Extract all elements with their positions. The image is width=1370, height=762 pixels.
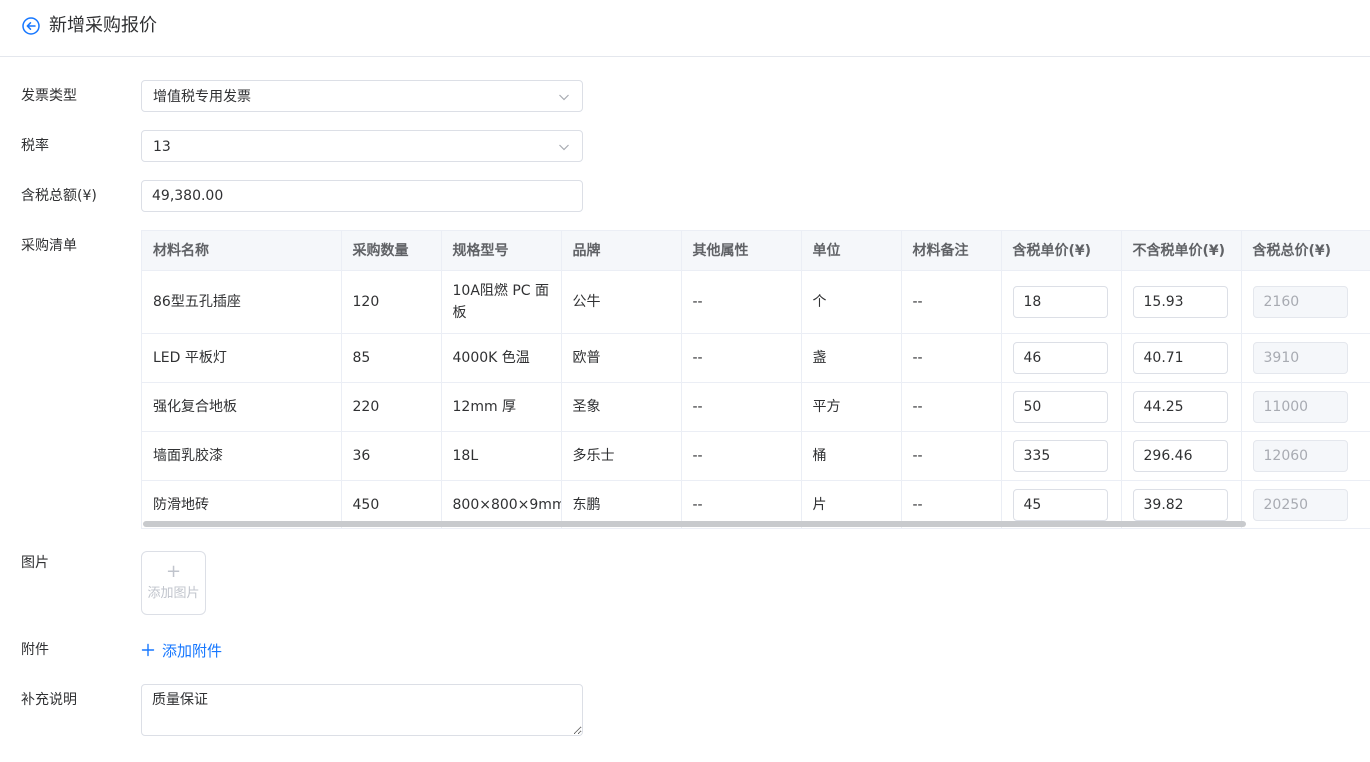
cell-other-attributes: -- [681,333,802,383]
cell-other-attributes: -- [681,382,802,432]
column-header-unit-price-with-tax: 含税单价(¥) [1001,231,1122,271]
invoice-type-value: 增值税专用发票 [153,89,251,105]
unit-price-with-tax-input[interactable] [1012,439,1108,472]
column-header-spec: 规格型号 [441,231,562,271]
unit-price-without-tax-input[interactable] [1132,285,1228,318]
cell-brand: 欧普 [561,333,682,383]
column-header-quantity: 采购数量 [341,231,442,271]
cell-total-with-tax [1241,431,1370,481]
cell-total-with-tax [1241,270,1370,334]
chevron-down-icon [559,94,569,101]
cell-quantity: 120 [341,270,442,334]
column-header-other-attributes: 其他属性 [681,231,802,271]
add-image-label: 添加图片 [147,586,200,601]
add-attachment-label: 添加附件 [162,642,223,660]
unit-price-without-tax-input[interactable] [1132,439,1228,472]
total-with-tax-cell-input [1252,488,1348,521]
total-with-tax-cell-input [1252,390,1348,423]
cell-spec: 12mm 厚 [441,382,562,432]
unit-price-with-tax-input[interactable] [1012,488,1108,521]
back-circle-icon[interactable] [22,17,40,35]
remarks-textarea[interactable]: 质量保证 [141,684,583,736]
cell-unit-price-without-tax [1121,270,1242,334]
cell-total-with-tax [1241,480,1370,528]
invoice-type-label: 发票类型 [21,88,77,104]
page-header: 新增采购报价 [0,0,1370,57]
tax-rate-select[interactable]: 13 [141,130,583,162]
cell-unit-price-with-tax [1001,333,1122,383]
column-header-material-note: 材料备注 [901,231,1002,271]
tax-rate-value: 13 [153,139,171,155]
tax-rate-label: 税率 [21,138,49,154]
purchase-table: 材料名称 采购数量 规格型号 品牌 其他属性 单位 材料备注 含税单价(¥) 不… [141,230,1370,529]
table-row: 强化复合地板 220 12mm 厚 圣象 -- 平方 -- [142,382,1370,432]
table-row: 86型五孔插座 120 10A阻燃 PC 面板 公牛 -- 个 -- [142,270,1370,334]
column-header-unit-price-without-tax: 不含税单价(¥) [1121,231,1242,271]
chevron-down-icon [559,144,569,151]
unit-price-without-tax-input[interactable] [1132,488,1228,521]
total-with-tax-cell-input [1252,285,1348,318]
cell-unit: 盏 [801,333,902,383]
unit-price-without-tax-input[interactable] [1132,341,1228,374]
purchase-list-label: 采购清单 [21,238,77,254]
column-header-material-name: 材料名称 [142,231,342,271]
cell-unit-price-without-tax [1121,382,1242,432]
cell-unit-price-with-tax [1001,431,1122,481]
plus-icon: + [165,561,182,582]
invoice-type-select[interactable]: 增值税专用发票 [141,80,583,112]
cell-material-note: -- [901,333,1002,383]
cell-quantity: 85 [341,333,442,383]
add-image-button[interactable]: + 添加图片 [141,551,206,615]
cell-spec: 4000K 色温 [441,333,562,383]
remarks-label: 补充说明 [21,692,77,708]
cell-brand: 圣象 [561,382,682,432]
cell-spec: 18L [441,431,562,481]
images-label: 图片 [21,555,49,571]
cell-unit: 平方 [801,382,902,432]
cell-unit-price-with-tax [1001,270,1122,334]
unit-price-with-tax-input[interactable] [1012,390,1108,423]
plus-icon [141,643,155,657]
cell-other-attributes: -- [681,431,802,481]
page-title: 新增采购报价 [49,15,157,36]
cell-total-with-tax [1241,333,1370,383]
cell-total-with-tax [1241,382,1370,432]
column-header-unit: 单位 [801,231,902,271]
unit-price-with-tax-input[interactable] [1012,341,1108,374]
add-attachment-button[interactable]: 添加附件 [141,640,222,662]
table-row: LED 平板灯 85 4000K 色温 欧普 -- 盏 -- [142,333,1370,383]
total-with-tax-cell-input [1252,439,1348,472]
column-header-total-with-tax: 含税总价(¥) [1241,231,1370,271]
total-with-tax-label: 含税总额(¥) [21,188,97,204]
cell-brand: 公牛 [561,270,682,334]
cell-unit-price-with-tax [1001,382,1122,432]
cell-other-attributes: -- [681,270,802,334]
cell-material-name: 86型五孔插座 [142,270,342,334]
cell-brand: 多乐士 [561,431,682,481]
column-header-brand: 品牌 [561,231,682,271]
cell-quantity: 220 [341,382,442,432]
cell-material-name: 强化复合地板 [142,382,342,432]
cell-spec: 10A阻燃 PC 面板 [441,270,562,334]
cell-unit: 桶 [801,431,902,481]
cell-unit-price-without-tax [1121,431,1242,481]
total-with-tax-input[interactable] [141,180,583,212]
cell-quantity: 36 [341,431,442,481]
table-horizontal-scrollbar[interactable] [143,521,1246,527]
unit-price-with-tax-input[interactable] [1012,285,1108,318]
cell-material-name: LED 平板灯 [142,333,342,383]
cell-material-note: -- [901,382,1002,432]
cell-material-name: 墙面乳胶漆 [142,431,342,481]
cell-material-note: -- [901,431,1002,481]
cell-material-note: -- [901,270,1002,334]
attachments-label: 附件 [21,642,49,658]
table-header-row: 材料名称 采购数量 规格型号 品牌 其他属性 单位 材料备注 含税单价(¥) 不… [142,231,1370,271]
cell-unit-price-without-tax [1121,333,1242,383]
unit-price-without-tax-input[interactable] [1132,390,1228,423]
total-with-tax-cell-input [1252,341,1348,374]
cell-unit: 个 [801,270,902,334]
table-row: 墙面乳胶漆 36 18L 多乐士 -- 桶 -- [142,431,1370,481]
